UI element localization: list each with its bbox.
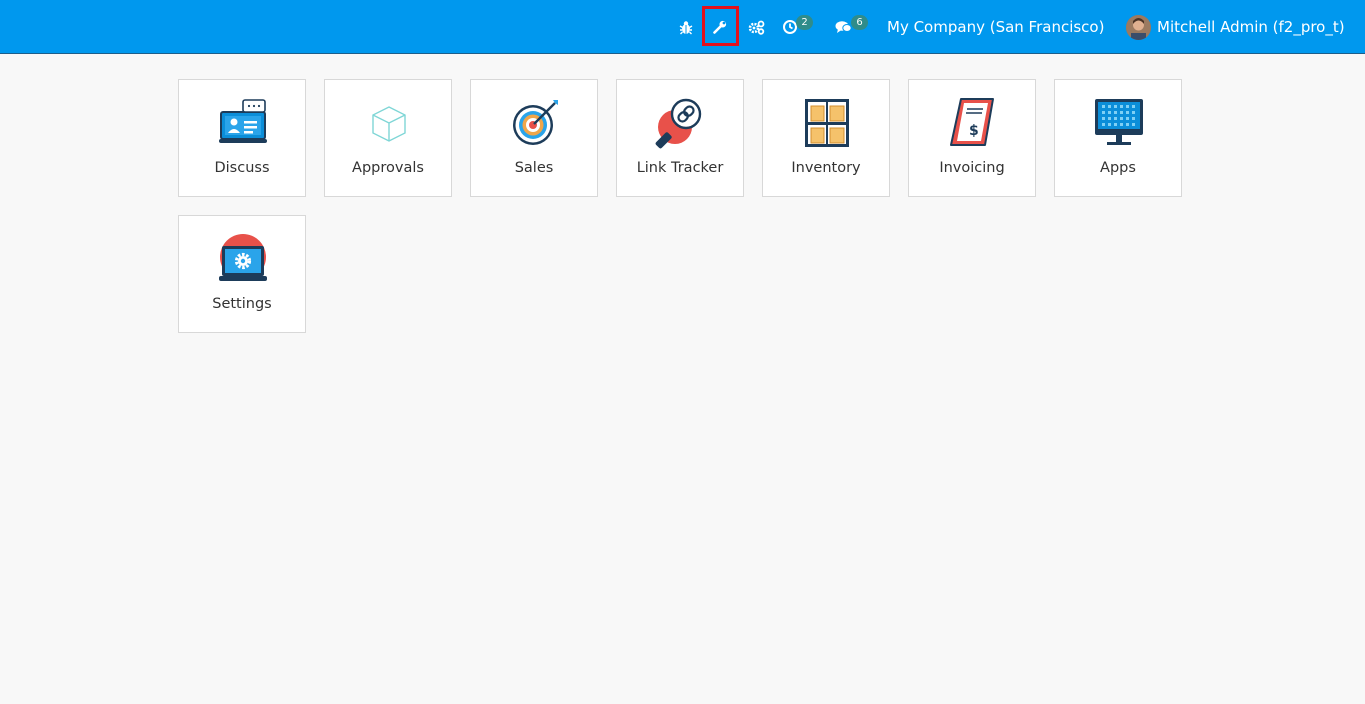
- app-tile-sales[interactable]: Sales: [470, 79, 598, 197]
- app-tile-invoicing[interactable]: $ Invoicing: [908, 79, 1036, 197]
- user-menu[interactable]: Mitchell Admin (f2_pro_t): [1126, 0, 1345, 54]
- app-tile-settings[interactable]: Settings: [178, 215, 306, 333]
- messages-button[interactable]: 6: [835, 0, 871, 54]
- app-tile-discuss[interactable]: Discuss: [178, 79, 306, 197]
- messages-count-badge: 6: [851, 15, 868, 30]
- bug-icon: [679, 20, 693, 34]
- top-navbar: 2 6 My Company (San Francisco) Mitchell …: [0, 0, 1365, 54]
- app-label: Approvals: [352, 160, 424, 176]
- discuss-icon: [219, 99, 267, 143]
- settings-menu-button[interactable]: [745, 0, 767, 54]
- apps-icon: [1095, 99, 1143, 145]
- app-label: Inventory: [791, 160, 861, 176]
- gears-icon: [748, 20, 764, 35]
- svg-text:$: $: [969, 123, 979, 139]
- company-switcher[interactable]: My Company (San Francisco): [887, 0, 1104, 54]
- approvals-icon: [372, 106, 406, 142]
- app-label: Discuss: [214, 160, 270, 176]
- app-tile-approvals[interactable]: Approvals: [324, 79, 452, 197]
- app-label: Sales: [514, 160, 554, 176]
- inventory-icon: [805, 99, 849, 147]
- app-tile-link-tracker[interactable]: Link Tracker: [616, 79, 744, 197]
- invoicing-icon: $: [950, 98, 994, 146]
- user-name: Mitchell Admin (f2_pro_t): [1157, 18, 1345, 36]
- avatar: [1126, 14, 1151, 40]
- comments-icon: [835, 21, 852, 33]
- app-label: Apps: [1100, 160, 1136, 176]
- app-tile-apps[interactable]: Apps: [1054, 79, 1182, 197]
- app-label: Settings: [212, 296, 272, 312]
- link-tracker-icon: [655, 98, 702, 149]
- app-label: Invoicing: [939, 160, 1005, 176]
- debug-button[interactable]: [676, 0, 696, 54]
- settings-icon: [219, 234, 267, 281]
- activity-count-badge: 2: [796, 15, 813, 30]
- highlight-box: [702, 6, 739, 46]
- sales-icon: [513, 100, 558, 145]
- app-tile-inventory[interactable]: Inventory: [762, 79, 890, 197]
- activities-button[interactable]: 2: [782, 0, 816, 54]
- app-label: Link Tracker: [636, 160, 724, 176]
